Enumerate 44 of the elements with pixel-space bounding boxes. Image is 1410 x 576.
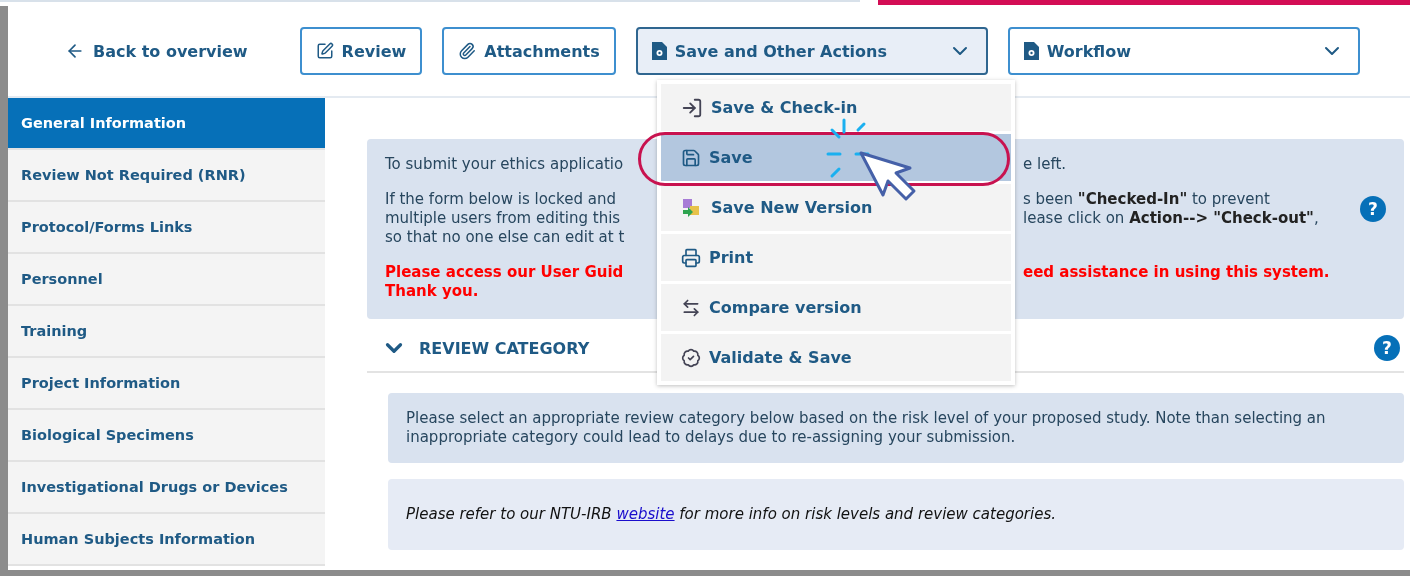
sidebar-item[interactable]: General Information <box>8 98 325 150</box>
save-icon <box>681 147 701 168</box>
notice-text: multiple users from editing this <box>385 209 622 228</box>
notice-text: so that no one else can edit at t <box>385 228 626 247</box>
toolbar-button[interactable]: Review <box>299 27 423 75</box>
back-link[interactable]: Back to overview <box>65 41 248 61</box>
document-gear-icon <box>651 42 667 60</box>
website-link[interactable]: website <box>616 505 675 523</box>
sidebar-item[interactable]: Investigational Drugs or Devices <box>8 462 325 514</box>
sidebar-item[interactable]: Review Not Required (RNR) <box>8 150 325 202</box>
edit-icon <box>315 42 334 60</box>
notice-text: Thank you. <box>385 282 480 301</box>
menu-item[interactable]: Print <box>661 234 1011 281</box>
section-title: REVIEW CATEGORY <box>419 338 590 358</box>
dropdown-button[interactable]: Workflow <box>1007 27 1360 75</box>
menu-item[interactable]: Validate & Save <box>661 334 1011 381</box>
sidebar-item[interactable]: Training <box>8 306 325 358</box>
notice-text: lease click on Action--> "Check-out", <box>1023 209 1319 228</box>
paperclip-icon <box>458 42 477 60</box>
sidebar-item[interactable]: Human Subjects Information <box>8 514 325 566</box>
badge-check-icon <box>681 347 701 368</box>
compare-icon <box>681 297 701 318</box>
sidebar-item[interactable]: Protocol/Forms Links <box>8 202 325 254</box>
dropdown-button[interactable]: Save and Other Actions <box>635 27 988 75</box>
menu-item[interactable]: Compare version <box>661 284 1011 331</box>
notice-text: If the form below is locked and <box>385 190 617 209</box>
sidebar-item[interactable]: Project Information <box>8 358 325 410</box>
document-gear-icon <box>1023 42 1039 60</box>
toolbar-button[interactable]: Attachments <box>442 27 616 75</box>
sidebar-item[interactable]: Personnel <box>8 254 325 306</box>
notice-text: To submit your ethics applicatio <box>385 155 625 174</box>
menu-item[interactable]: Save New Version <box>661 184 1011 231</box>
info-text: Please refer to our NTU-IRB website for more info on risk levels and review categories. <box>388 479 1404 550</box>
notice-text: eed assistance in using this system. <box>1023 263 1330 282</box>
menu-item[interactable]: Save & Check-in <box>661 84 1011 131</box>
info-text: Please select an appropriate review category below based on the risk level of your proposed study. Note than selecting an inappropriate category could lead to delays due to re-assigning your submission. <box>388 393 1404 463</box>
sign-in-icon <box>681 96 703 119</box>
notice-text: Please access our User Guid <box>385 263 625 282</box>
help-button[interactable]: ? <box>1374 335 1400 361</box>
print-icon <box>681 247 701 268</box>
sidebar-item[interactable]: Biological Specimens <box>8 410 325 462</box>
help-button[interactable]: ? <box>1360 196 1386 222</box>
notice-text: e left. <box>1023 155 1067 174</box>
notice-text: s been "Checked-In" to prevent <box>1023 190 1271 209</box>
